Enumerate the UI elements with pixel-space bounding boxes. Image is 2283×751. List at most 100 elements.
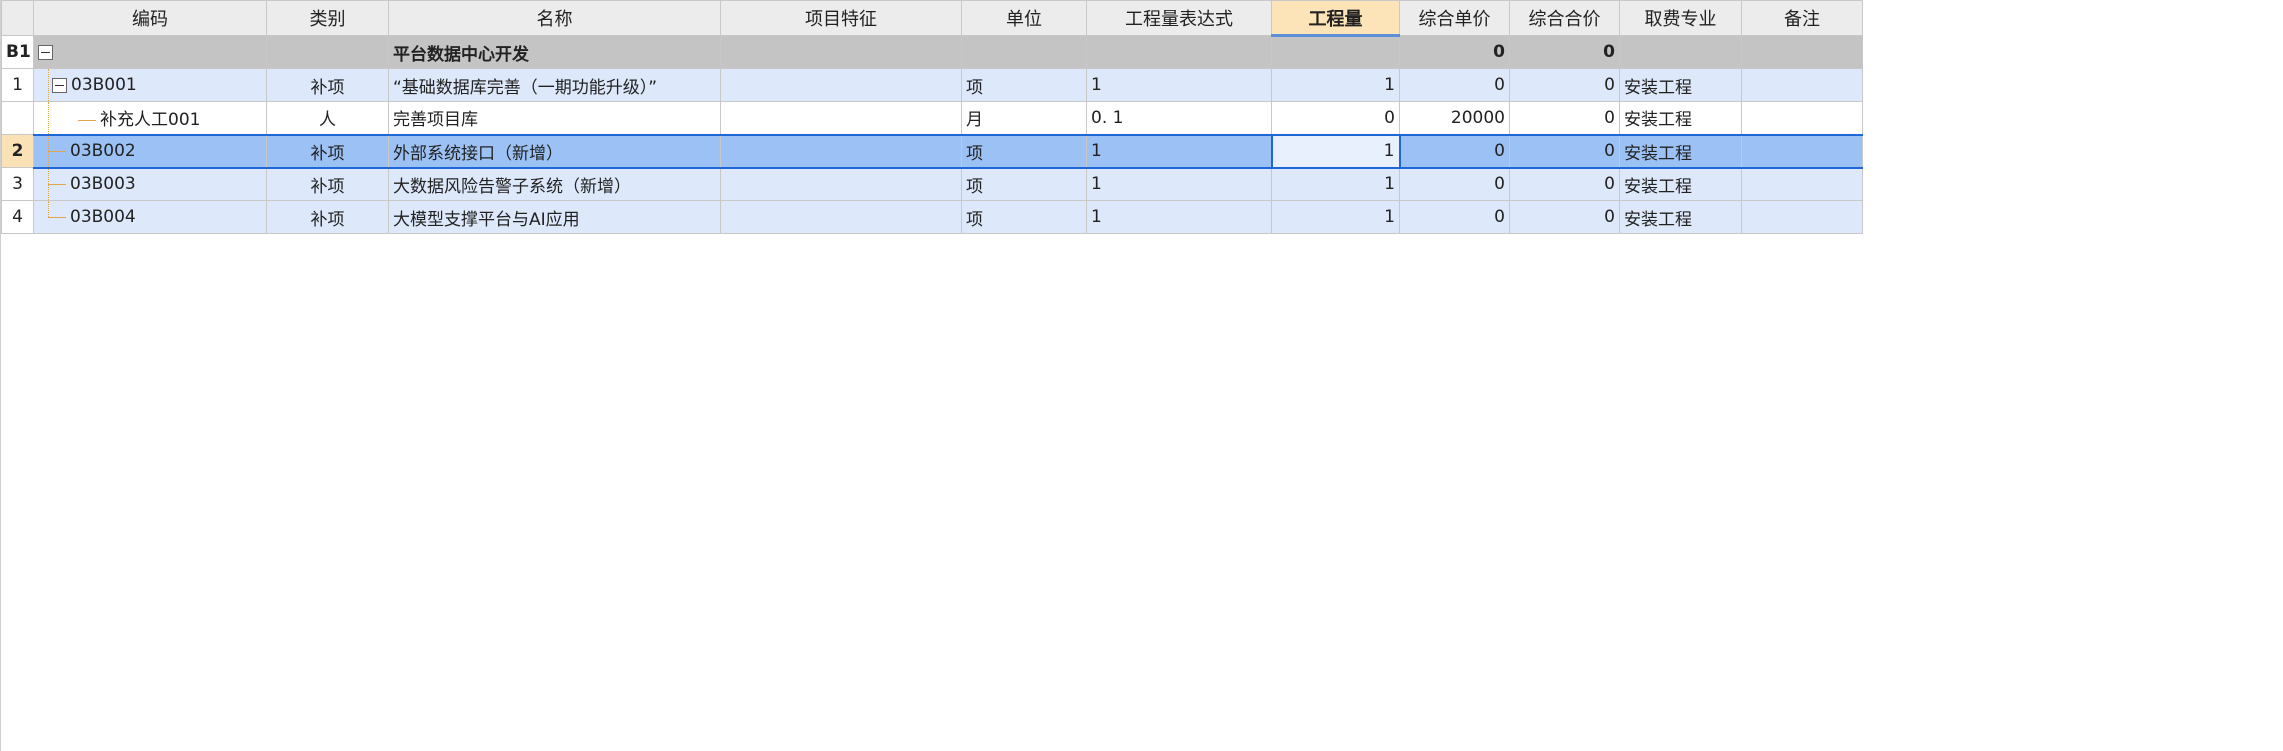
row-number[interactable] xyxy=(1,101,34,135)
name-cell[interactable]: 大数据风险告警子系统（新增） xyxy=(388,167,721,201)
row-number[interactable]: 1 xyxy=(1,68,34,102)
header-note[interactable]: 备注 xyxy=(1741,0,1863,36)
code-cell[interactable]: 补充人工001 xyxy=(33,101,267,135)
header-unit[interactable]: 单位 xyxy=(961,0,1087,36)
table-row[interactable]: 1 03B001 补项 “基础数据库完善（一期功能升级）” 项 1 1 0 0 … xyxy=(1,68,1863,102)
header-code[interactable]: 编码 xyxy=(33,0,267,36)
note-cell[interactable] xyxy=(1741,167,1863,201)
total-cell[interactable]: 0 xyxy=(1509,167,1620,201)
row-number[interactable]: 2 xyxy=(1,134,34,168)
table-row[interactable]: 4 03B004 补项 大模型支撑平台与AI应用 项 1 1 0 0 安装工程 xyxy=(1,200,1863,234)
bill-grid: 编码 类别 名称 项目特征 单位 工程量表达式 工程量 综合单价 综合合价 取费… xyxy=(1,0,1863,234)
feature-cell[interactable] xyxy=(720,133,962,169)
total-cell[interactable]: 0 xyxy=(1509,200,1620,234)
table-row-group[interactable]: B1 平台数据中心开发 0 0 xyxy=(1,35,1863,69)
table-row[interactable]: 3 03B003 补项 大数据风险告警子系统（新增） 项 1 1 0 0 安装工… xyxy=(1,167,1863,201)
expr-cell[interactable]: 1 xyxy=(1086,68,1272,102)
type-cell[interactable]: 补项 xyxy=(266,200,389,234)
name-cell[interactable]: “基础数据库完善（一期功能升级）” xyxy=(388,68,721,102)
total-cell[interactable]: 0 xyxy=(1509,101,1620,135)
unit-cell[interactable]: 项 xyxy=(961,68,1087,102)
type-cell[interactable]: 补项 xyxy=(266,68,389,102)
fee-cell[interactable]: 安装工程 xyxy=(1619,200,1742,234)
unit-price-cell[interactable]: 0 xyxy=(1399,133,1510,169)
qty-cell[interactable]: 1 xyxy=(1271,68,1400,102)
name-cell[interactable]: 平台数据中心开发 xyxy=(388,35,721,69)
expr-cell[interactable]: 1 xyxy=(1086,200,1272,234)
code-cell[interactable]: 03B001 xyxy=(33,68,267,102)
feature-cell[interactable] xyxy=(720,101,962,135)
header-unit-price[interactable]: 综合单价 xyxy=(1399,0,1510,36)
expr-cell[interactable]: 1 xyxy=(1086,167,1272,201)
expr-cell[interactable]: 0. 1 xyxy=(1086,101,1272,135)
unit-cell[interactable]: 项 xyxy=(961,133,1087,169)
name-cell[interactable]: 大模型支撑平台与AI应用 xyxy=(388,200,721,234)
unit-price-cell[interactable]: 0 xyxy=(1399,167,1510,201)
code-cell[interactable]: 03B004 xyxy=(33,200,267,234)
code-text: 03B004 xyxy=(70,207,136,227)
row-number[interactable]: B1 xyxy=(1,35,34,69)
fee-cell[interactable]: 安装工程 xyxy=(1619,133,1742,169)
name-cell[interactable]: 外部系统接口（新增） xyxy=(388,133,721,169)
tree-branch xyxy=(48,150,66,152)
qty-cell-editing[interactable]: 1 xyxy=(1270,133,1401,169)
header-name[interactable]: 名称 xyxy=(388,0,721,36)
type-cell[interactable]: 补项 xyxy=(266,133,389,169)
row-number[interactable]: 3 xyxy=(1,167,34,201)
expr-cell[interactable]: 1 xyxy=(1086,133,1272,169)
type-cell[interactable]: 人 xyxy=(266,101,389,135)
total-cell[interactable]: 0 xyxy=(1509,35,1620,69)
unit-price-cell[interactable]: 0 xyxy=(1399,200,1510,234)
note-cell[interactable] xyxy=(1741,68,1863,102)
qty-cell[interactable]: 1 xyxy=(1271,167,1400,201)
fee-cell[interactable] xyxy=(1619,35,1742,69)
table-row-selected[interactable]: 2 03B002 补项 外部系统接口（新增） 项 1 1 0 0 安装工程 xyxy=(1,133,1863,169)
code-text: 03B002 xyxy=(70,141,136,161)
collapse-icon[interactable] xyxy=(38,44,53,60)
fee-cell[interactable]: 安装工程 xyxy=(1619,167,1742,201)
code-cell[interactable]: 03B002 xyxy=(33,133,267,169)
header-total-price[interactable]: 综合合价 xyxy=(1509,0,1620,36)
unit-price-cell[interactable]: 0 xyxy=(1399,68,1510,102)
tree-branch xyxy=(48,183,66,185)
feature-cell[interactable] xyxy=(720,167,962,201)
code-cell[interactable] xyxy=(33,35,267,69)
total-cell[interactable]: 0 xyxy=(1509,68,1620,102)
header-feature[interactable]: 项目特征 xyxy=(720,0,962,36)
type-cell[interactable] xyxy=(266,35,389,69)
note-cell[interactable] xyxy=(1741,200,1863,234)
type-cell[interactable]: 补项 xyxy=(266,167,389,201)
feature-cell[interactable] xyxy=(720,200,962,234)
unit-price-cell[interactable]: 20000 xyxy=(1399,101,1510,135)
unit-cell[interactable] xyxy=(961,35,1087,69)
unit-price-cell[interactable]: 0 xyxy=(1399,35,1510,69)
note-cell[interactable] xyxy=(1741,101,1863,135)
fee-cell[interactable]: 安装工程 xyxy=(1619,68,1742,102)
unit-cell[interactable]: 月 xyxy=(961,101,1087,135)
header-quantity[interactable]: 工程量 xyxy=(1271,0,1400,37)
row-number[interactable]: 4 xyxy=(1,200,34,234)
header-corner[interactable] xyxy=(1,0,34,36)
table-row-sub[interactable]: 补充人工001 人 完善项目库 月 0. 1 0 20000 0 安装工程 xyxy=(1,101,1863,135)
feature-cell[interactable] xyxy=(720,68,962,102)
header-type[interactable]: 类别 xyxy=(266,0,389,36)
qty-cell[interactable]: 0 xyxy=(1271,101,1400,135)
name-cell[interactable]: 完善项目库 xyxy=(388,101,721,135)
collapse-icon[interactable] xyxy=(52,77,67,93)
note-cell[interactable] xyxy=(1741,35,1863,69)
fee-cell[interactable]: 安装工程 xyxy=(1619,101,1742,135)
qty-cell[interactable] xyxy=(1271,35,1400,69)
expr-cell[interactable] xyxy=(1086,35,1272,69)
unit-cell[interactable]: 项 xyxy=(961,167,1087,201)
header-row: 编码 类别 名称 项目特征 单位 工程量表达式 工程量 综合单价 综合合价 取费… xyxy=(1,0,1863,37)
code-text: 03B003 xyxy=(70,174,136,195)
qty-cell[interactable]: 1 xyxy=(1271,200,1400,234)
header-qty-expression[interactable]: 工程量表达式 xyxy=(1086,0,1272,36)
code-cell[interactable]: 03B003 xyxy=(33,167,267,201)
feature-cell[interactable] xyxy=(720,35,962,69)
header-fee-specialty[interactable]: 取费专业 xyxy=(1619,0,1742,36)
unit-cell[interactable]: 项 xyxy=(961,200,1087,234)
tree-branch xyxy=(78,119,96,121)
note-cell[interactable] xyxy=(1741,133,1863,169)
total-cell[interactable]: 0 xyxy=(1509,133,1620,169)
